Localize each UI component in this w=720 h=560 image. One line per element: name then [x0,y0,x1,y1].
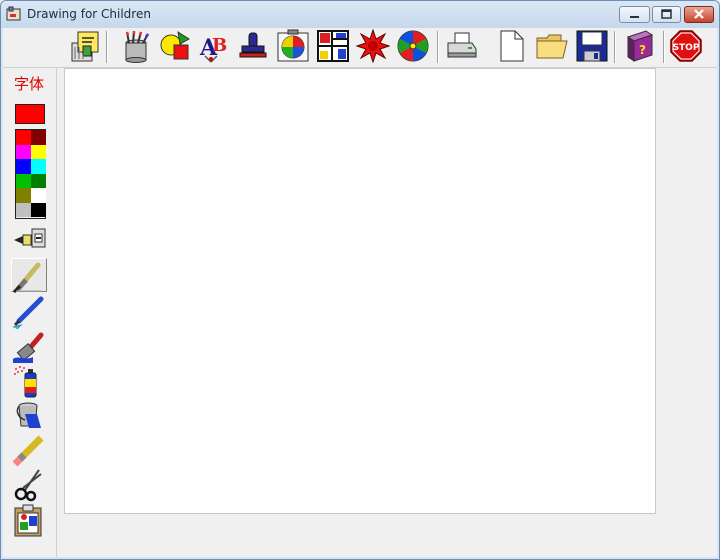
close-button[interactable] [684,6,714,23]
color-swatch-yellow[interactable] [31,144,46,159]
wide-brush-icon [13,332,44,363]
color-swatch-silver[interactable] [16,202,31,217]
text-tool-button[interactable]: A B [197,29,231,63]
paint-cans-icon [125,30,150,63]
new-file-button[interactable] [495,29,529,63]
eraser-pencil-icon [12,435,44,467]
paint-cans-button[interactable] [119,29,153,63]
toolbar-separator [614,31,616,63]
drawing-canvas[interactable] [64,68,656,514]
app-window: Drawing for Children A B ? STOP 字体 [0,0,720,560]
scissors-button[interactable] [11,468,47,502]
print-icon [447,32,477,58]
color-swatch-magenta[interactable] [16,144,31,159]
color-swatch-blue[interactable] [16,159,31,174]
fill-pattern-icon [277,29,309,62]
wide-brush-button[interactable] [11,331,47,365]
color-swatch-white[interactable] [31,188,46,203]
color-swatch-red[interactable] [16,130,31,145]
current-color-swatch [15,104,45,124]
help-question-mark: ? [639,43,646,57]
stop-label: STOP [673,43,700,53]
paint-brush-icon [12,262,42,293]
open-folder-button[interactable] [535,29,569,63]
minimize-icon [630,16,639,18]
pinwheel-icon [397,30,429,62]
window-title: Drawing for Children [27,7,151,21]
font-button[interactable]: 字体 [11,75,47,93]
stop-button[interactable]: STOP [669,29,703,63]
spray-can-icon [14,366,37,398]
fill-pattern-button[interactable] [276,29,310,63]
new-file-icon [500,30,524,62]
paint-bucket-icon [16,402,41,428]
clipboard-button[interactable] [11,504,47,538]
color-swatch-olive[interactable] [16,188,31,203]
starburst-button[interactable] [356,29,390,63]
print-button[interactable] [444,29,478,63]
toolbar-separator [437,31,439,63]
toolbar-separator [106,31,108,63]
color-palette [15,129,46,219]
main-toolbar: A B ? STOP [3,28,717,68]
scissors-icon [14,469,42,502]
minimize-button[interactable] [619,6,650,23]
color-swatch-black[interactable] [31,202,46,217]
open-folder-icon [536,34,568,59]
paint-brush-button[interactable] [11,258,47,293]
color-swatch-green[interactable] [16,173,31,188]
brush-size-icon [14,228,46,248]
client-area: A B ? STOP 字体 [3,28,717,557]
save-disk-button[interactable] [575,29,609,63]
shapes-button[interactable] [158,29,192,63]
help-book-button[interactable]: ? [622,29,656,63]
toolbar-separator [663,31,665,63]
save-disk-icon [576,30,608,62]
color-swatch-dark-green[interactable] [31,173,46,188]
color-swatch-maroon[interactable] [31,130,46,145]
brush-size-button[interactable] [11,226,47,250]
close-icon [694,9,704,19]
stamp-button[interactable] [236,29,270,63]
stop-sign-icon: STOP [670,30,702,62]
pencil-icon [12,296,44,329]
mondrian-frame-icon [317,30,349,62]
pinwheel-button[interactable] [396,29,430,63]
clipboard-icon [14,504,42,537]
spray-can-button[interactable] [11,365,47,399]
color-swatch-cyan[interactable] [31,159,46,174]
mondrian-frame-button[interactable] [316,29,350,63]
left-tool-panel: 字体 [3,68,57,557]
clear-all-icon [71,31,99,62]
pencil-button[interactable] [11,295,47,329]
clear-all-button[interactable] [68,29,102,63]
title-bar[interactable]: Drawing for Children [1,1,719,28]
eraser-pencil-button[interactable] [11,434,47,468]
text-tool-letter-b: B [212,35,227,56]
stamp-icon [239,32,267,58]
paint-bucket-button[interactable] [11,398,47,432]
maximize-icon [661,9,672,19]
maximize-button[interactable] [652,6,681,23]
shapes-icon [160,30,190,60]
text-tool-icon: A B [199,35,227,63]
help-book-icon: ? [626,30,654,62]
app-icon [6,6,22,22]
starburst-icon [356,29,390,63]
